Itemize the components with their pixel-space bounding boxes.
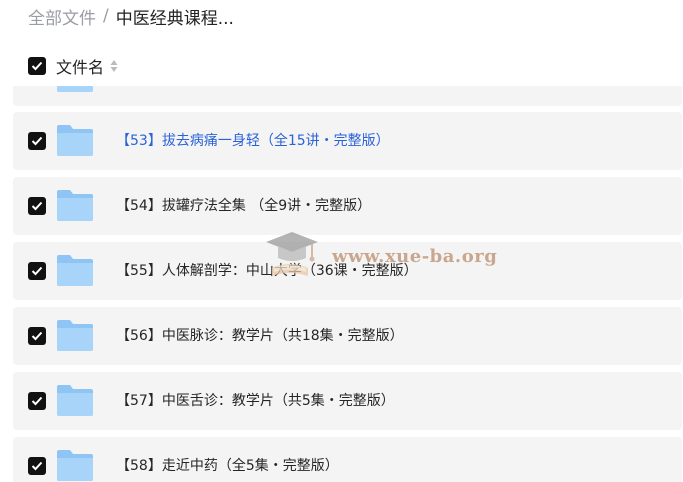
- check-icon: [31, 331, 43, 341]
- check-icon: [31, 266, 43, 276]
- file-name[interactable]: 【53】拔去病痛一身轻（全15讲・完整版）: [116, 112, 390, 170]
- breadcrumb: 全部文件 / 中医经典课程...: [28, 3, 234, 29]
- breadcrumb-root-link[interactable]: 全部文件: [28, 4, 96, 29]
- folder-icon: [57, 320, 93, 351]
- breadcrumb-current: 中医经典课程...: [115, 8, 234, 29]
- check-icon: [31, 461, 43, 471]
- breadcrumb-separator: /: [103, 6, 109, 26]
- row-checkbox[interactable]: [28, 457, 46, 475]
- file-list-header: 文件名: [28, 54, 118, 78]
- file-name[interactable]: 【55】人体解剖学：中山大学（36课・完整版）: [116, 242, 418, 300]
- row-checkbox[interactable]: [28, 132, 46, 150]
- row-checkbox[interactable]: [28, 197, 46, 215]
- check-icon: [31, 136, 43, 146]
- file-name[interactable]: 【57】中医舌诊：教学片（共5集・完整版）: [116, 372, 395, 430]
- folder-icon: [57, 385, 93, 416]
- folder-icon: [57, 125, 93, 156]
- file-name[interactable]: 【54】拔罐疗法全集 （全9讲・完整版）: [116, 177, 371, 235]
- file-row[interactable]: 【53】拔去病痛一身轻（全15讲・完整版）: [13, 112, 682, 170]
- folder-icon: [57, 86, 93, 92]
- row-checkbox[interactable]: [28, 392, 46, 410]
- sort-icon[interactable]: [110, 59, 118, 73]
- check-icon: [31, 201, 43, 211]
- file-row[interactable]: 【58】走近中药（全5集・完整版）: [13, 437, 682, 482]
- row-checkbox[interactable]: [28, 327, 46, 345]
- file-row[interactable]: 【54】拔罐疗法全集 （全9讲・完整版）: [13, 177, 682, 235]
- file-name[interactable]: 【56】中医脉诊：教学片（共18集・完整版）: [116, 307, 404, 365]
- row-checkbox[interactable]: [28, 262, 46, 280]
- file-list[interactable]: 【53】拔去病痛一身轻（全15讲・完整版） 【54】拔罐疗法全集 （全9讲・完整…: [0, 86, 683, 482]
- folder-icon: [57, 450, 93, 481]
- file-row[interactable]: 【56】中医脉诊：教学片（共18集・完整版）: [13, 307, 682, 365]
- select-all-checkbox[interactable]: [28, 57, 46, 75]
- file-row[interactable]: 【55】人体解剖学：中山大学（36课・完整版）: [13, 242, 682, 300]
- check-icon: [31, 396, 43, 406]
- file-row[interactable]: 【57】中医舌诊：教学片（共5集・完整版）: [13, 372, 682, 430]
- folder-icon: [57, 190, 93, 221]
- column-header-filename[interactable]: 文件名: [56, 54, 104, 78]
- file-row[interactable]: [13, 86, 682, 106]
- folder-icon: [57, 255, 93, 286]
- check-icon: [31, 61, 43, 71]
- file-name[interactable]: 【58】走近中药（全5集・完整版）: [116, 437, 339, 482]
